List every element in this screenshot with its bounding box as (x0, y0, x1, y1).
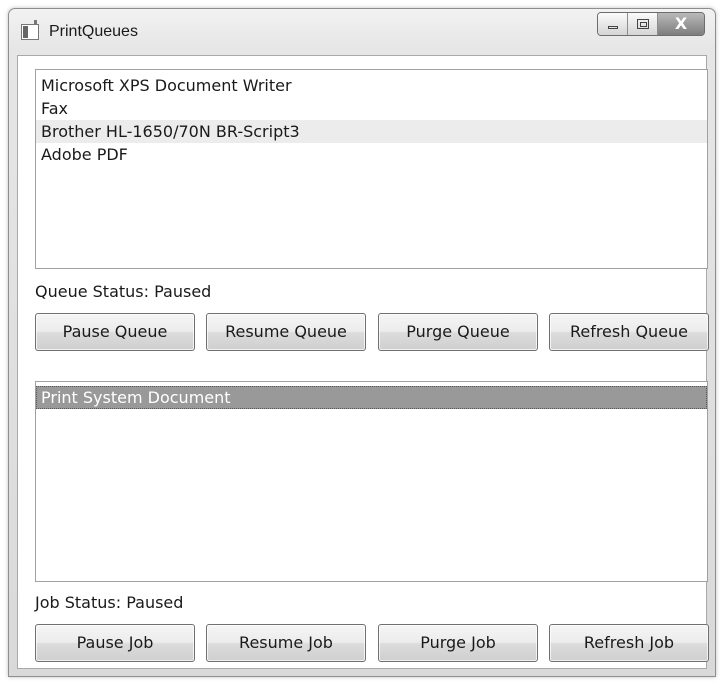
window-app-icon[interactable] (21, 20, 39, 40)
printer-item[interactable]: Microsoft XPS Document Writer (36, 74, 707, 97)
printer-item[interactable]: Adobe PDF (36, 143, 707, 166)
pause-queue-button[interactable]: Pause Queue (35, 313, 195, 351)
purge-queue-button[interactable]: Purge Queue (378, 313, 538, 351)
queue-button-row: Pause Queue Resume Queue Purge Queue Ref… (35, 313, 710, 351)
minimize-icon (608, 26, 618, 29)
printer-list[interactable]: Microsoft XPS Document Writer Fax Brothe… (35, 69, 708, 269)
print-queues-window: PrintQueues X Microsoft XPS Document Wri… (8, 8, 716, 677)
job-item[interactable]: Print System Document (36, 386, 707, 409)
window-title: PrintQueues (49, 23, 138, 40)
maximize-icon (637, 19, 649, 29)
minimize-button[interactable] (598, 13, 628, 35)
caption-buttons: X (597, 12, 705, 36)
queue-status-label: Queue Status: Paused (35, 282, 212, 301)
pause-job-button[interactable]: Pause Job (35, 624, 195, 662)
maximize-button[interactable] (628, 13, 658, 35)
client-area: Microsoft XPS Document Writer Fax Brothe… (17, 55, 710, 669)
refresh-job-button[interactable]: Refresh Job (549, 624, 709, 662)
resume-queue-button[interactable]: Resume Queue (206, 313, 366, 351)
job-list[interactable]: Print System Document (35, 381, 708, 582)
purge-job-button[interactable]: Purge Job (378, 624, 538, 662)
job-status-label: Job Status: Paused (35, 593, 184, 612)
refresh-queue-button[interactable]: Refresh Queue (549, 313, 709, 351)
close-icon: X (674, 14, 688, 33)
printer-item[interactable]: Brother HL-1650/70N BR-Script3 (36, 120, 707, 143)
resume-job-button[interactable]: Resume Job (206, 624, 366, 662)
title-bar[interactable]: PrintQueues X (9, 9, 715, 55)
job-button-row: Pause Job Resume Job Purge Job Refresh J… (35, 624, 710, 662)
close-button[interactable]: X (658, 13, 704, 35)
printer-item[interactable]: Fax (36, 97, 707, 120)
